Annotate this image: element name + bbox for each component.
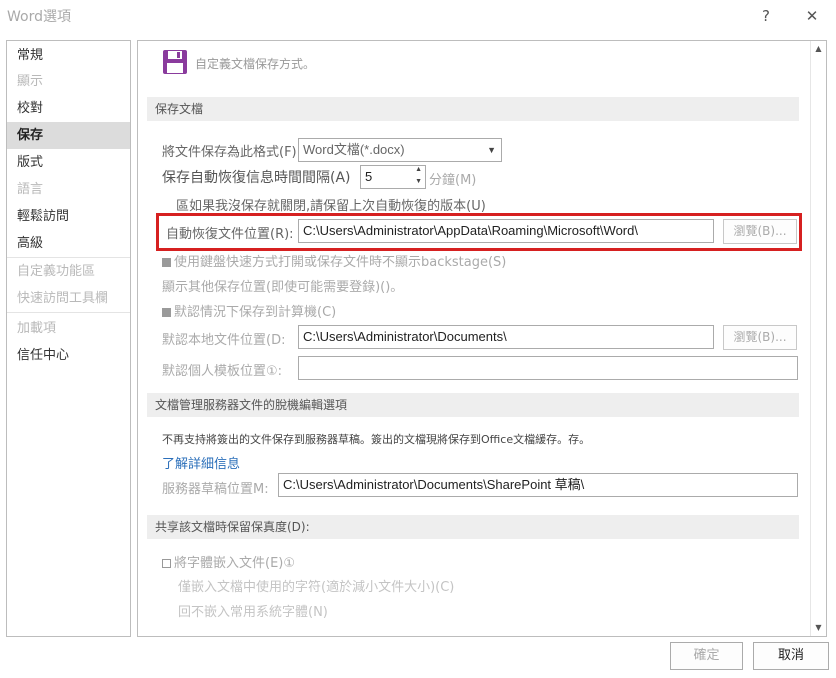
sidebar-item-addins[interactable]: 加載項 [7,315,130,342]
chevron-down-icon: ▼ [487,145,496,155]
title-bar: Word選項 ? ✕ [0,0,836,32]
personal-template-location-label: 默認個人模板位置①: [162,364,283,379]
sidebar-item-customize-ribbon[interactable]: 自定義功能區 [7,258,130,285]
sidebar-item-general[interactable]: 常規 [7,42,130,69]
autorecover-interval-value: 5 [365,169,373,184]
spin-down-icon[interactable]: ▼ [415,176,422,188]
default-local-location-label: 默認本地文件位置(D: [162,333,286,348]
scrollbar[interactable]: ▲ ▼ [810,41,826,636]
sidebar-item-display[interactable]: 顯示 [7,68,130,95]
scroll-thumb[interactable] [814,61,823,621]
sidebar-item-proofing[interactable]: 校對 [7,95,130,122]
autorecover-interval-label: 保存自動恢復信息時間間隔(A) [162,170,351,186]
autorecover-location-label: 自動恢復文件位置(R): [166,227,294,242]
section-offline-editing: 文檔管理服務器文件的脫機編輯選項 [147,393,799,417]
sidebar-item-advanced[interactable]: 高級 [7,230,130,257]
offline-note: 不再支持將簽出的文件保存到服務器草稿。簽出的文檔現將保存到Office文檔緩存。… [162,433,591,446]
server-drafts-location-input[interactable]: C:\Users\Administrator\Documents\SharePo… [278,473,798,497]
sidebar-item-accessibility[interactable]: 輕鬆訪問 [7,203,130,230]
show-additional-locations-checkbox[interactable]: 顯示其他保存位置(即使可能需要登錄)()。 [162,276,403,295]
save-format-select[interactable]: Word文檔(*.docx) ▼ [298,138,502,162]
personal-template-location-input[interactable] [298,356,798,380]
section-save-documents: 保存文檔 [147,97,799,121]
default-computer-label: 默認情況下保存到計算機(C) [174,305,337,320]
default-local-location-input[interactable]: C:\Users\Administrator\Documents\ [298,325,714,349]
minutes-label: 分鐘(M) [429,173,477,188]
embed-used-characters-checkbox[interactable]: 僅嵌入文檔中使用的字符(適於減小文件大小)(C) [178,576,454,595]
save-format-label: 將文件保存為此格式(F): [162,145,302,160]
browse-default-local-button[interactable]: 瀏覽(B)... [723,325,797,350]
content-panel: 自定義文檔保存方式。 保存文檔 將文件保存為此格式(F): Word文檔(*.d… [137,40,827,637]
sidebar-divider [7,312,130,313]
learn-more-link[interactable]: 了解詳細信息 [162,453,240,472]
keep-last-version-checkbox[interactable]: 區如果我沒保存就關閉,請保留上次自動恢復的版本(U) [176,195,486,214]
save-format-value: Word文檔(*.docx) [303,142,405,157]
help-button[interactable]: ? [753,4,779,28]
embed-fonts-label: 將字體嵌入文件(E)① [174,556,296,571]
cancel-button[interactable]: 取消 [753,642,829,670]
floppy-disk-icon [162,49,188,75]
sidebar: 常規 顯示 校對 保存 版式 語言 輕鬆訪問 高級 自定義功能區 快速訪問工具欄… [6,40,131,637]
scroll-down-icon[interactable]: ▼ [811,620,826,636]
no-backstage-checkbox[interactable]: 使用鍵盤快速方式打開或保存文件時不顯示backstage(S) [162,251,506,270]
sidebar-item-trust-center[interactable]: 信任中心 [7,342,130,369]
ok-button[interactable]: 確定 [670,642,743,670]
sidebar-item-quick-access-toolbar[interactable]: 快速訪問工具欄 [7,285,130,312]
checkbox-icon [162,258,171,267]
sidebar-item-layout[interactable]: 版式 [7,149,130,176]
autorecover-location-input[interactable]: C:\Users\Administrator\AppData\Roaming\M… [298,219,714,243]
section-preserve-fidelity: 共享該文檔時保留保真度(D): [147,515,799,539]
spin-up-icon[interactable]: ▲ [415,166,422,176]
scroll-up-icon[interactable]: ▲ [811,41,826,57]
no-common-fonts-checkbox[interactable]: 回不嵌入常用系統字體(N) [178,601,328,620]
embed-fonts-checkbox[interactable]: 將字體嵌入文件(E)① [162,552,295,571]
no-backstage-label: 使用鍵盤快速方式打開或保存文件時不顯示backstage(S) [174,255,507,270]
header-text: 自定義文檔保存方式。 [195,57,316,71]
window-title: Word選項 [7,9,71,25]
server-drafts-location-label: 服務器草稿位置M: [162,482,269,497]
default-computer-checkbox[interactable]: 默認情況下保存到計算機(C) [162,301,336,320]
close-button[interactable]: ✕ [799,4,825,28]
autorecover-interval-input[interactable]: 5 ▲ ▼ [360,165,426,189]
checkbox-icon [162,308,171,317]
sidebar-item-language[interactable]: 語言 [7,176,130,203]
checkbox-icon [162,559,171,568]
browse-autorecover-button[interactable]: 瀏覽(B)... [723,219,797,244]
sidebar-item-save[interactable]: 保存 [7,122,130,149]
